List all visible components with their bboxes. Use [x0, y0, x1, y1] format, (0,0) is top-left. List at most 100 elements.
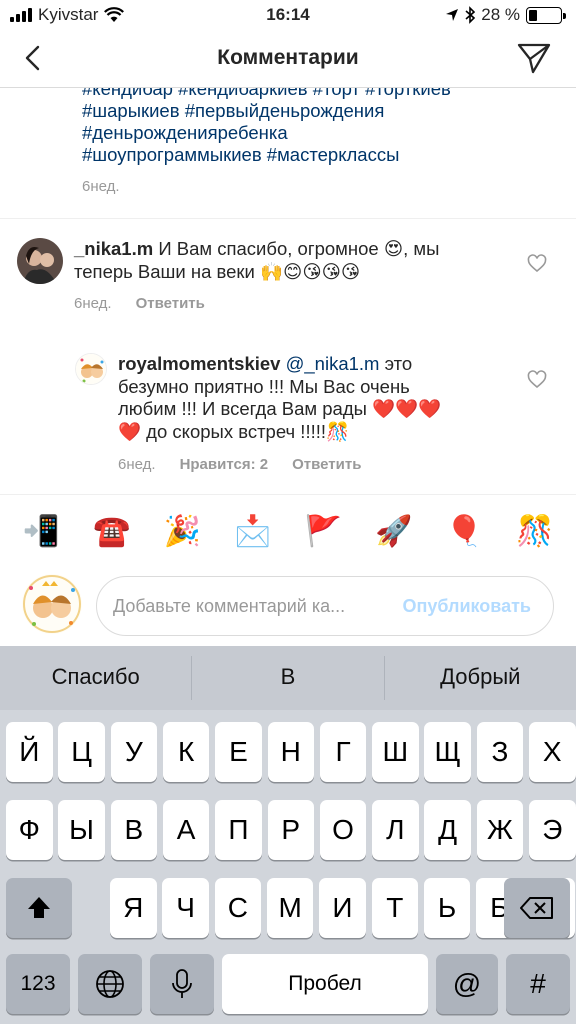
comment-meta: 6нед. Ответить [74, 295, 205, 312]
suggestion[interactable]: В [192, 646, 383, 710]
letter-key[interactable]: Х [529, 722, 576, 782]
backspace-icon [520, 897, 553, 919]
letter-key[interactable]: З [476, 722, 524, 782]
current-user-avatar [22, 574, 82, 634]
letter-key[interactable]: Т [371, 878, 418, 938]
suggestion[interactable]: Спасибо [0, 646, 191, 710]
page-title: Комментарии [217, 46, 359, 69]
letter-key[interactable]: Ч [162, 878, 209, 938]
comment-body: это [379, 353, 413, 374]
publish-button[interactable]: Опубликовать [402, 596, 531, 617]
emoji-button[interactable]: 🎉 [164, 517, 201, 547]
avatar[interactable] [17, 238, 63, 284]
letter-key[interactable]: М [266, 878, 314, 938]
emoji-button[interactable]: 🎈 [446, 517, 483, 547]
comment-username[interactable]: _nika1.m [74, 238, 153, 259]
letter-key[interactable]: Е [215, 722, 262, 782]
battery-fill [529, 9, 538, 21]
divider [0, 218, 576, 219]
reply-button[interactable]: Ответить [136, 295, 205, 312]
reply-comment-item: royalmomentskiev @_nika1.m это безумно п… [0, 343, 576, 483]
comment-composer: Опубликовать [0, 568, 576, 646]
globe-key[interactable] [78, 954, 142, 1014]
letter-key[interactable]: А [162, 800, 210, 860]
comment-input-box: Опубликовать [96, 576, 554, 636]
letter-key[interactable]: Э [529, 800, 576, 860]
comment-body: теперь Ваши на веки 🙌😊😘😘😘 [74, 260, 361, 282]
caption-line[interactable]: #деньрожденияребенка [82, 122, 552, 144]
comment-timestamp: 6нед. [118, 456, 156, 473]
suggestion[interactable]: Добрый [385, 646, 576, 710]
numbers-key[interactable]: 123 [6, 954, 70, 1014]
space-key[interactable]: Пробел [222, 954, 428, 1014]
letter-key[interactable]: Й [6, 722, 53, 782]
emoji-button[interactable]: 🚩 [305, 517, 342, 547]
reply-button[interactable]: Ответить [292, 456, 361, 473]
letter-key[interactable]: Н [267, 722, 314, 782]
letter-key[interactable]: К [162, 722, 210, 782]
keyboard: Спасибо В Добрый ЙЦУКЕНГШЩЗХФЫВАПРОЛДЖЭЯ… [0, 646, 576, 1024]
divider [0, 494, 576, 495]
globe-icon [96, 970, 124, 998]
letter-key[interactable]: Д [424, 800, 471, 860]
emoji-button[interactable]: 📲 [23, 517, 60, 547]
comment-body: безумно приятно !!! Мы Вас очень [118, 375, 410, 397]
comment-timestamp: 6нед. [74, 295, 112, 312]
shift-key[interactable] [6, 878, 72, 938]
microphone-key[interactable] [150, 954, 214, 1014]
letter-key[interactable]: О [319, 800, 367, 860]
letter-key[interactable]: В [110, 800, 158, 860]
post-caption: #кендибар #кендибаркиев #торт #торткиев … [82, 88, 552, 166]
comment-body: И Вам спасибо, огромное 😍, мы [153, 238, 440, 259]
emoji-button[interactable]: 🚀 [375, 517, 412, 547]
letter-key[interactable]: Щ [424, 722, 471, 782]
letter-key[interactable]: Л [372, 800, 419, 860]
caption-line[interactable]: #шоупрограммыкиев #мастерклассы [82, 144, 552, 166]
letter-key[interactable]: Ж [476, 800, 524, 860]
at-key[interactable]: @ [436, 954, 498, 1014]
comment-text: royalmomentskiev @_nika1.m это безумно п… [118, 353, 528, 443]
shift-icon [28, 897, 50, 918]
hash-key[interactable]: # [506, 954, 570, 1014]
letter-key[interactable]: Ш [372, 722, 419, 782]
like-heart-icon[interactable] [527, 254, 547, 274]
caption-line[interactable]: #шарыкиев #первыйденьрождения [82, 100, 552, 122]
emoji-button[interactable]: 📩 [234, 517, 271, 547]
direct-send-icon[interactable] [516, 40, 552, 76]
comment-body: ❤️ до скорых встреч !!!!!🎊 [118, 420, 350, 442]
caption-timestamp: 6нед. [82, 178, 120, 195]
letter-key[interactable]: Ф [6, 800, 53, 860]
caption-line[interactable]: #кендибар #кендибаркиев #торт #торткиев [82, 88, 552, 100]
letter-key[interactable]: Ь [423, 878, 471, 938]
letter-key[interactable]: Ц [58, 722, 105, 782]
comments-list[interactable]: #кендибар #кендибаркиев #торт #торткиев … [0, 88, 576, 494]
predictive-bar: Спасибо В Добрый [0, 646, 576, 710]
letter-key[interactable]: Я [110, 878, 157, 938]
comment-meta: 6нед. Нравится: 2 Ответить [118, 456, 361, 473]
battery-percent: 28 % [481, 5, 520, 24]
comment-text: _nika1.m И Вам спасибо, огромное 😍, мы т… [74, 238, 519, 283]
battery-icon [526, 6, 566, 24]
mention-link[interactable]: @_nika1.m [286, 353, 380, 374]
letter-key[interactable]: С [214, 878, 262, 938]
comment-input[interactable] [113, 577, 383, 635]
letter-key[interactable]: Р [267, 800, 314, 860]
letter-key[interactable]: У [110, 722, 158, 782]
location-icon [446, 9, 459, 21]
letter-key[interactable]: П [215, 800, 262, 860]
bluetooth-icon [465, 6, 476, 24]
avatar[interactable] [75, 353, 107, 385]
likes-count[interactable]: Нравится: 2 [180, 456, 269, 473]
status-bar: Kyivstar 16:14 28 % [0, 0, 576, 30]
backspace-key[interactable] [504, 878, 570, 938]
letter-key[interactable]: Ы [58, 800, 105, 860]
comment-item: _nika1.m И Вам спасибо, огромное 😍, мы т… [0, 228, 576, 328]
letter-key[interactable]: Г [319, 722, 367, 782]
emoji-button[interactable]: 🎊 [516, 517, 553, 547]
letter-key[interactable]: И [319, 878, 366, 938]
comment-username[interactable]: royalmomentskiev [118, 353, 280, 374]
emoji-quick-bar: 📲 ☎️ 🎉 📩 🚩 🚀 🎈 🎊 [0, 506, 576, 558]
emoji-button[interactable]: ☎️ [93, 517, 130, 547]
like-heart-icon[interactable] [527, 370, 547, 390]
comment-body: любим !!! И всегда Вам рады ❤️❤️❤️ [118, 398, 442, 419]
